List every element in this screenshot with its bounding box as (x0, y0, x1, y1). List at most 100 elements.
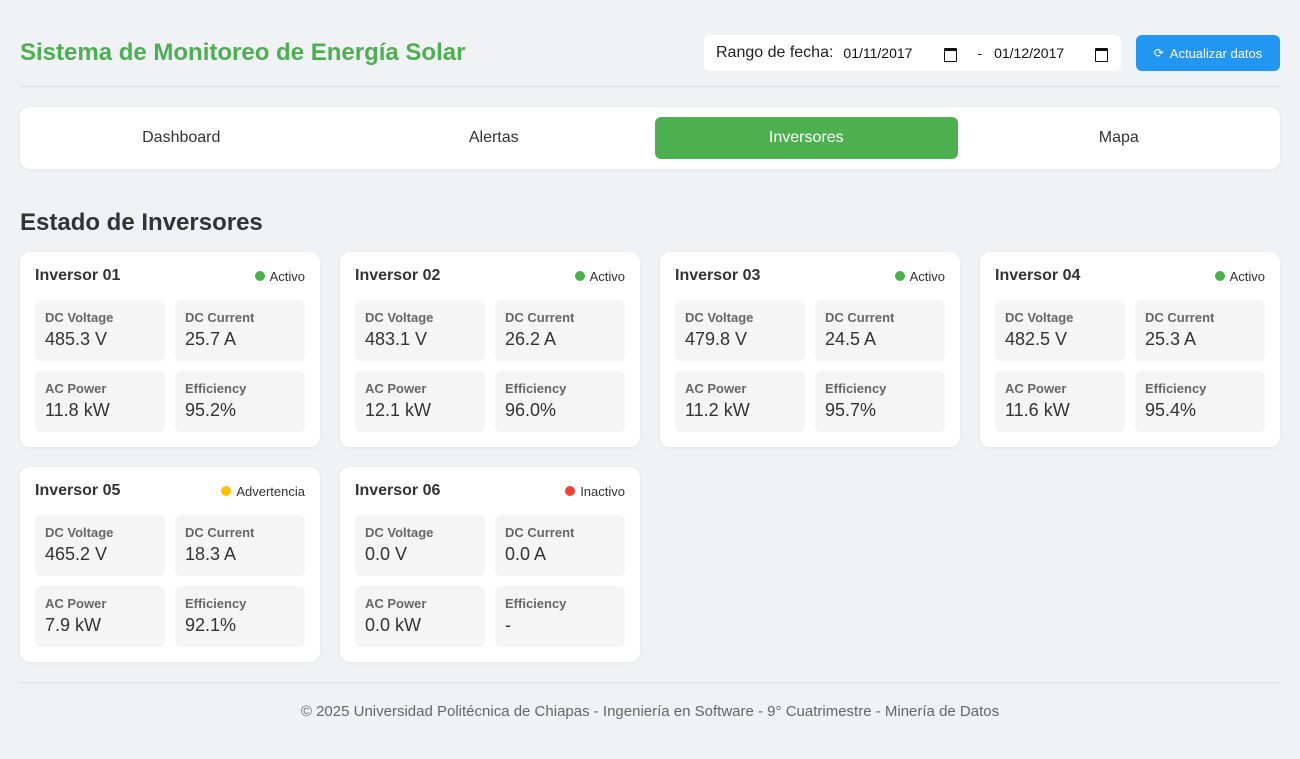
date-from-input[interactable]: 01/11/2017 (843, 45, 968, 62)
calendar-icon[interactable] (943, 47, 958, 62)
status-badge: Activo (1214, 269, 1265, 284)
tab-mapa[interactable]: Mapa (968, 117, 1271, 159)
refresh-button[interactable]: ⟳ Actualizar datos (1136, 35, 1280, 71)
metric-label: AC Power (45, 596, 107, 611)
status-label: Activo (909, 268, 945, 284)
tab-dashboard[interactable]: Dashboard (30, 117, 333, 159)
metric-label: AC Power (685, 381, 747, 396)
inverter-name: Inversor 05 (35, 482, 121, 499)
inverter-card: Inversor 01 Activo DC Voltage 485.3 V DC… (20, 252, 320, 447)
inverter-name: Inversor 03 (675, 267, 761, 284)
metric-label: DC Current (505, 310, 575, 325)
metric-value: 482.5 V (1005, 329, 1068, 349)
metric-value: 11.2 kW (685, 400, 750, 420)
inverter-card: Inversor 02 Activo DC Voltage 483.1 V DC… (340, 252, 640, 447)
tab-inversores[interactable]: Inversores (655, 117, 958, 159)
inverter-card: Inversor 04 Activo DC Voltage 482.5 V DC… (980, 252, 1280, 447)
inverter-name: Inversor 01 (35, 267, 121, 284)
metric-label: DC Current (505, 525, 575, 540)
metrics-grid: DC Voltage 479.8 V DC Current 24.5 A AC … (675, 300, 945, 432)
app-title: Sistema de Monitoreo de Energía Solar (20, 39, 466, 66)
refresh-label: Actualizar datos (1169, 45, 1263, 61)
status-label: Activo (589, 268, 625, 284)
metric-box: Efficiency 95.2% (175, 371, 305, 432)
footer: © 2025 Universidad Politécnica de Chiapa… (300, 703, 1000, 720)
metric-value: 95.7% (825, 400, 877, 420)
metrics-grid: DC Voltage 465.2 V DC Current 18.3 A AC … (35, 515, 305, 647)
metric-box: DC Voltage 485.3 V (35, 300, 165, 361)
status-badge: Inactivo (565, 484, 625, 499)
metric-box: AC Power 11.6 kW (995, 371, 1125, 432)
metric-label: AC Power (365, 596, 427, 611)
date-to-input[interactable]: 01/12/2017 (994, 45, 1119, 62)
metric-box: AC Power 7.9 kW (35, 586, 165, 647)
status-dot-icon (221, 486, 232, 496)
metric-box: Efficiency 92.1% (175, 586, 305, 647)
inverter-grid: Inversor 01 Activo DC Voltage 485.3 V DC… (20, 252, 1280, 662)
metrics-grid: DC Voltage 482.5 V DC Current 25.3 A AC … (995, 300, 1265, 432)
metric-value: 26.2 A (505, 329, 557, 349)
inverter-card: Inversor 03 Activo DC Voltage 479.8 V DC… (660, 252, 960, 447)
tab-alertas[interactable]: Alertas (343, 117, 646, 159)
metric-label: Efficiency (505, 381, 567, 396)
metric-value: 485.3 V (45, 329, 108, 349)
status-label: Advertencia (236, 483, 305, 499)
status-dot-icon (254, 271, 265, 281)
metric-value: 0.0 kW (365, 615, 422, 635)
metric-label: AC Power (1005, 381, 1067, 396)
metric-label: Efficiency (1145, 381, 1207, 396)
metric-box: AC Power 12.1 kW (355, 371, 485, 432)
status-label: Activo (269, 268, 305, 284)
metric-value: 18.3 A (185, 544, 237, 564)
metric-value: - (505, 615, 511, 635)
metric-value: 483.1 V (365, 329, 428, 349)
date-separator: - (977, 45, 983, 61)
card-header: Inversor 05 Advertencia (35, 481, 305, 501)
metric-value: 479.8 V (685, 329, 748, 349)
metric-label: DC Current (185, 310, 255, 325)
status-badge: Activo (574, 268, 625, 284)
metric-label: DC Current (185, 525, 255, 540)
metric-value: 96.0% (505, 400, 557, 420)
metric-value: 25.7 A (185, 329, 237, 349)
metric-value: 11.8 kW (45, 400, 110, 420)
metric-box: AC Power 0.0 kW (355, 586, 485, 647)
section-title: Estado de Inversores (20, 209, 263, 236)
date-from-value: 01/11/2017 (843, 45, 913, 61)
metric-value: 95.2% (185, 400, 237, 420)
header: Sistema de Monitoreo de Energía Solar Ra… (20, 33, 1280, 73)
inverter-card: Inversor 06 Inactivo DC Voltage 0.0 V DC… (340, 467, 640, 662)
status-badge: Activo (894, 268, 945, 284)
metric-value: 92.1% (185, 615, 237, 635)
card-header: Inversor 03 Activo (675, 266, 945, 286)
date-range-label: Rango de fecha: (716, 44, 834, 61)
metric-box: DC Current 26.2 A (495, 300, 625, 361)
footer-divider (20, 682, 1280, 683)
metric-label: DC Voltage (1005, 310, 1074, 325)
calendar-icon[interactable] (1094, 47, 1109, 62)
metrics-grid: DC Voltage 483.1 V DC Current 26.2 A AC … (355, 300, 625, 432)
status-badge: Activo (254, 268, 305, 284)
metric-value: 12.1 kW (365, 400, 432, 420)
metric-label: DC Voltage (45, 525, 114, 540)
metric-box: DC Voltage 482.5 V (995, 300, 1125, 361)
inverter-name: Inversor 06 (355, 482, 441, 499)
inverter-name: Inversor 04 (995, 267, 1081, 284)
tab-bar: Dashboard Alertas Inversores Mapa (20, 107, 1280, 169)
metric-label: DC Voltage (685, 310, 754, 325)
metric-label: DC Voltage (45, 310, 114, 325)
metric-value: 7.9 kW (45, 615, 102, 635)
metric-label: Efficiency (185, 596, 247, 611)
status-dot-icon (894, 271, 905, 281)
status-dot-icon (1214, 271, 1225, 281)
metric-value: 25.3 A (1145, 329, 1197, 349)
metric-value: 0.0 V (365, 544, 408, 564)
metric-box: DC Voltage 483.1 V (355, 300, 485, 361)
card-header: Inversor 06 Inactivo (355, 481, 625, 501)
header-divider (20, 86, 1280, 87)
metric-box: Efficiency 95.4% (1135, 371, 1265, 432)
metric-label: AC Power (365, 381, 427, 396)
metrics-grid: DC Voltage 485.3 V DC Current 25.7 A AC … (35, 300, 305, 432)
date-to-value: 01/12/2017 (994, 45, 1065, 61)
metric-box: AC Power 11.2 kW (675, 371, 805, 432)
